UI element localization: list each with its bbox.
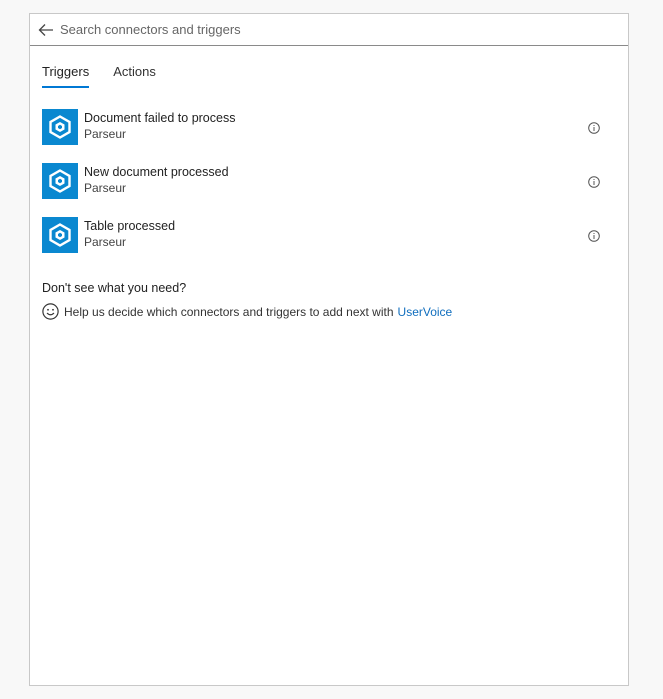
trigger-picker-panel: Triggers Actions Document failed to proc… [29,13,629,686]
trigger-connector: Parseur [84,127,127,141]
trigger-item-new-document[interactable]: New document processed Parseur [42,163,616,217]
help-line: Help us decide which connectors and trig… [42,303,452,320]
help-heading: Don't see what you need? [42,281,187,295]
search-bar [30,14,628,46]
uservoice-link[interactable]: UserVoice [398,305,453,319]
trigger-item-document-failed[interactable]: Document failed to process Parseur [42,109,616,163]
parseur-icon [42,217,78,253]
trigger-title: Document failed to process [84,111,236,125]
info-icon[interactable] [588,175,600,188]
trigger-title: Table processed [84,219,176,233]
parseur-icon [42,109,78,145]
help-text: Help us decide which connectors and trig… [64,304,394,319]
tab-triggers[interactable]: Triggers [42,64,90,88]
tab-bar: Triggers Actions [42,64,180,88]
info-icon[interactable] [588,121,600,134]
trigger-item-table-processed[interactable]: Table processed Parseur [42,217,616,271]
search-input[interactable] [60,22,600,37]
tab-actions[interactable]: Actions [113,64,156,88]
parseur-icon [42,163,78,199]
smiley-icon [42,303,59,320]
back-arrow-icon[interactable] [38,23,54,37]
trigger-connector: Parseur [84,181,127,195]
trigger-list: Document failed to process Parseur New d… [42,109,616,271]
trigger-title: New document processed [84,165,229,179]
info-icon[interactable] [588,229,600,242]
trigger-connector: Parseur [84,235,127,249]
